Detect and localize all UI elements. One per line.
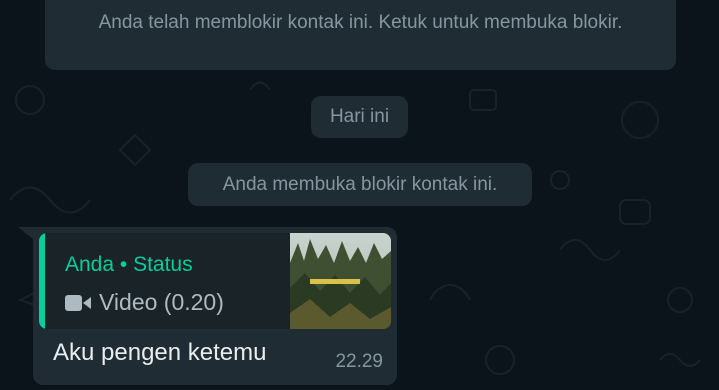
quote-author: Anda • Status [65,253,193,276]
quote-media-label: Video (0.20) [99,289,224,315]
message-bubble-tail [18,227,33,239]
unblocked-contact-notice: Anda membuka blokir kontak ini. [188,163,532,206]
message-timestamp: 22.29 [335,351,383,372]
quote-accent-bar [39,233,45,329]
message-text: Aku pengen ketemu [53,339,267,366]
quoted-status-reply[interactable]: Anda • Status Video (0.20) [39,233,391,329]
status-video-thumbnail [290,233,391,329]
quote-media-label-row: Video (0.20) [65,289,224,316]
date-separator: Hari ini [311,96,408,138]
blocked-contact-notice[interactable]: Anda telah memblokir kontak ini. Ketuk u… [45,0,676,70]
video-camera-icon [65,294,91,311]
incoming-message-bubble[interactable]: Anda • Status Video (0.20) Aku pengen ke… [33,227,397,385]
